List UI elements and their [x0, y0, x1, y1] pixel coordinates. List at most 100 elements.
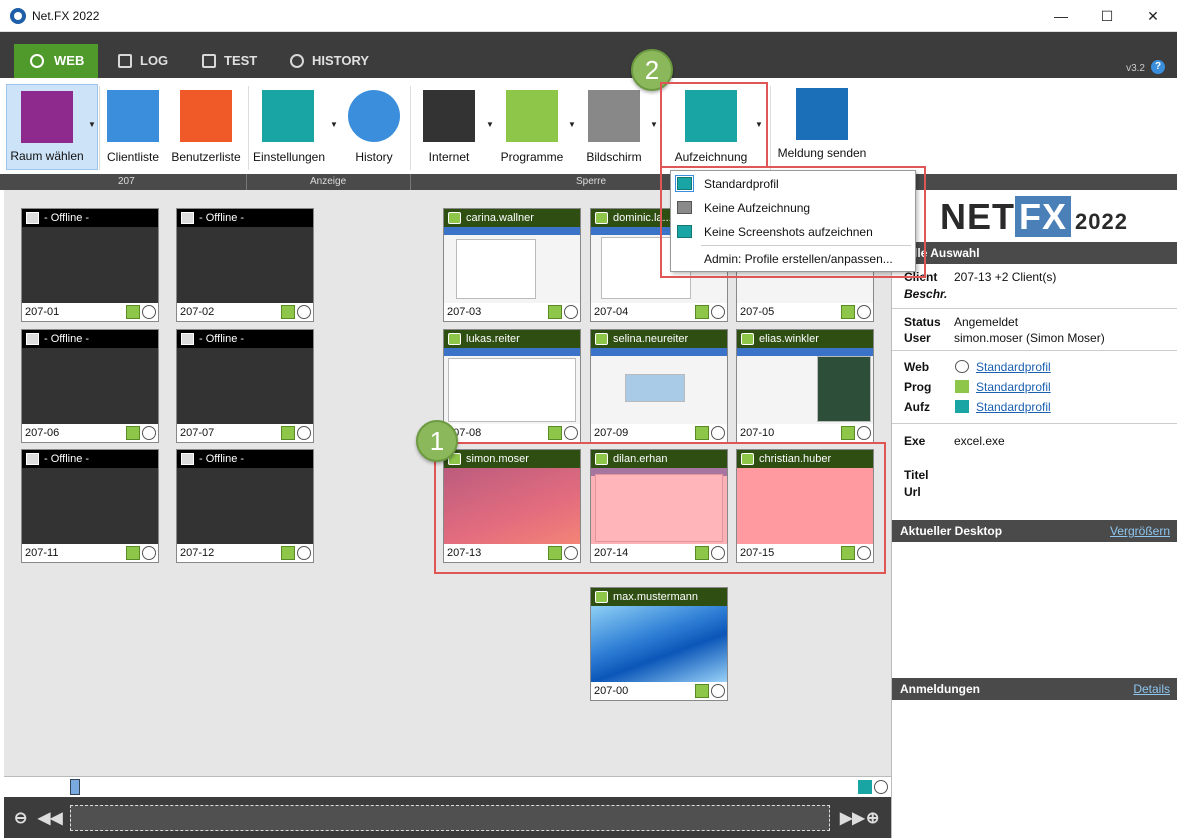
aufz-label: Aufz	[904, 400, 930, 414]
annotation-highlight-recording	[660, 82, 768, 168]
user-icon	[595, 212, 608, 224]
chevron-down-icon[interactable]: ▼	[486, 120, 494, 129]
client-tile[interactable]: carina.wallner 207-03	[443, 208, 581, 322]
client-id: 207-06	[25, 427, 60, 439]
client-id: 207-09	[594, 427, 629, 439]
program-window-icon	[506, 90, 558, 142]
title-label: Titel	[904, 468, 929, 482]
client-user: - Offline -	[44, 212, 90, 224]
user-list-button[interactable]: Benutzerliste	[168, 84, 244, 170]
globe-icon	[711, 684, 725, 698]
tab-web[interactable]: WEB	[14, 44, 98, 78]
chevron-down-icon[interactable]: ▼	[568, 120, 576, 129]
client-tile[interactable]: selina.neureiter 207-09	[590, 329, 728, 443]
program-icon	[841, 426, 855, 440]
client-id: 207-03	[447, 306, 482, 318]
globe-icon	[297, 546, 311, 560]
film-strip-icon	[21, 91, 73, 143]
program-icon	[695, 305, 709, 319]
group-separator	[410, 174, 411, 190]
program-icon	[548, 305, 562, 319]
desktop-header-label: Aktueller Desktop	[900, 524, 1003, 538]
exe-value: excel.exe	[954, 434, 1005, 448]
program-icon	[126, 426, 140, 440]
client-tile[interactable]: - Offline - 207-07	[176, 329, 314, 443]
computer-icon	[26, 333, 39, 345]
version-label: v3.2	[1126, 63, 1145, 74]
exe-label: Exe	[904, 434, 926, 448]
rewind-icon[interactable]: ◀◀	[38, 808, 63, 828]
globe-clock-icon	[348, 90, 400, 142]
timeline-bar: ⊖ ◀◀ ▶▶ ⊕	[4, 797, 891, 838]
history-button[interactable]: History	[344, 84, 404, 170]
maximize-button[interactable]: ☐	[1084, 0, 1130, 32]
zoom-out-icon[interactable]: ⊖	[14, 808, 27, 828]
client-tile[interactable]: - Offline - 207-12	[176, 449, 314, 563]
program-icon	[841, 305, 855, 319]
web-profile-link[interactable]: Standardprofil	[976, 360, 1051, 374]
client-tile[interactable]: lukas.reiter 207-08	[443, 329, 581, 443]
internet-label: Internet	[428, 150, 470, 164]
annotation-step-1: 1	[416, 420, 458, 462]
timeline-track[interactable]	[4, 779, 891, 797]
forward-icon[interactable]: ▶▶	[840, 808, 865, 828]
client-list-button[interactable]: Clientliste	[102, 84, 164, 170]
send-message-button[interactable]: Meldung senden	[774, 84, 870, 170]
desktop-thumbnail	[444, 348, 580, 426]
globe-icon	[711, 305, 725, 319]
web-label: Web	[904, 360, 930, 374]
timeline-range[interactable]	[70, 805, 830, 831]
client-id: 207-05	[740, 306, 775, 318]
internet-lock-button[interactable]: Internet	[416, 84, 482, 170]
globe-icon	[297, 305, 311, 319]
client-tile[interactable]: - Offline - 207-11	[21, 449, 159, 563]
client-tile[interactable]: - Offline - 207-01	[21, 208, 159, 322]
client-tile[interactable]: - Offline - 207-02	[176, 208, 314, 322]
group-display-label: Anzeige	[310, 176, 347, 187]
user-icon	[595, 591, 608, 603]
programs-lock-button[interactable]: Programme	[496, 84, 568, 170]
client-id: 207-10	[740, 427, 775, 439]
room-select-button[interactable]: Raum wählen	[6, 84, 98, 170]
client-tile[interactable]: - Offline - 207-06	[21, 329, 159, 443]
client-user: - Offline -	[199, 212, 245, 224]
globe-icon	[857, 305, 871, 319]
ribbon: Raum wählen ▼ Clientliste Benutzerliste …	[0, 78, 1177, 174]
tab-history[interactable]: HISTORY	[286, 44, 369, 78]
window-thumb	[456, 239, 536, 299]
computer-icon	[181, 333, 194, 345]
tab-log[interactable]: LOG	[114, 44, 168, 78]
ribbon-tab-strip: WEB LOG TEST HISTORY	[0, 32, 1177, 78]
programs-label: Programme	[500, 150, 564, 164]
description-label: Beschr.	[904, 287, 948, 301]
globe-icon	[564, 305, 578, 319]
url-label: Url	[904, 485, 921, 499]
details-link[interactable]: Details	[1133, 678, 1170, 700]
program-icon	[126, 546, 140, 560]
enlarge-link[interactable]: Vergrößern	[1110, 520, 1170, 542]
tab-test[interactable]: TEST	[198, 44, 257, 78]
program-icon	[695, 684, 709, 698]
chevron-down-icon[interactable]: ▼	[88, 120, 96, 129]
recording-profile-link[interactable]: Standardprofil	[976, 400, 1051, 414]
help-icon[interactable]: ?	[1151, 60, 1165, 74]
client-user: lukas.reiter	[466, 333, 520, 345]
close-button[interactable]: ✕	[1130, 0, 1176, 32]
screen-lock-button[interactable]: Bildschirm	[580, 84, 648, 170]
timeline-handle[interactable]	[70, 779, 80, 795]
minimize-button[interactable]: —	[1038, 0, 1084, 32]
client-id: 207-11	[25, 547, 59, 559]
globe-icon	[564, 426, 578, 440]
settings-button[interactable]: Einstellungen	[250, 84, 328, 170]
globe-icon	[711, 426, 725, 440]
chevron-down-icon[interactable]: ▼	[650, 120, 658, 129]
prog-profile-link[interactable]: Standardprofil	[976, 380, 1051, 394]
zoom-in-icon[interactable]: ⊕	[866, 808, 879, 828]
laptop-icon	[107, 90, 159, 142]
program-icon	[281, 426, 295, 440]
client-tile[interactable]: elias.winkler 207-10	[736, 329, 874, 443]
client-user: - Offline -	[199, 453, 245, 465]
client-user: - Offline -	[44, 453, 90, 465]
chevron-down-icon[interactable]: ▼	[330, 120, 338, 129]
client-tile[interactable]: max.mustermann 207-00	[590, 587, 728, 701]
